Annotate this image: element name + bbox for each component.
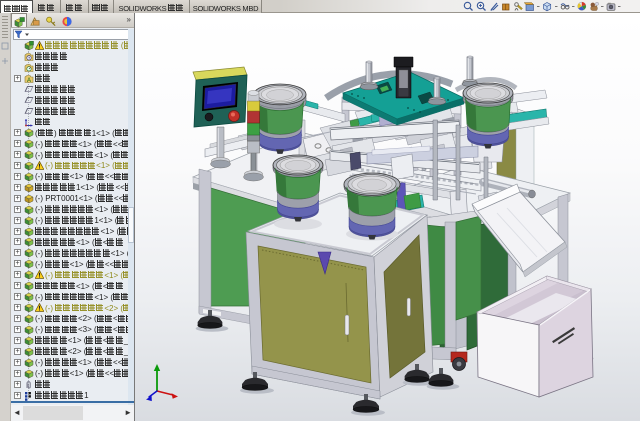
svg-text:A: A bbox=[27, 78, 31, 84]
